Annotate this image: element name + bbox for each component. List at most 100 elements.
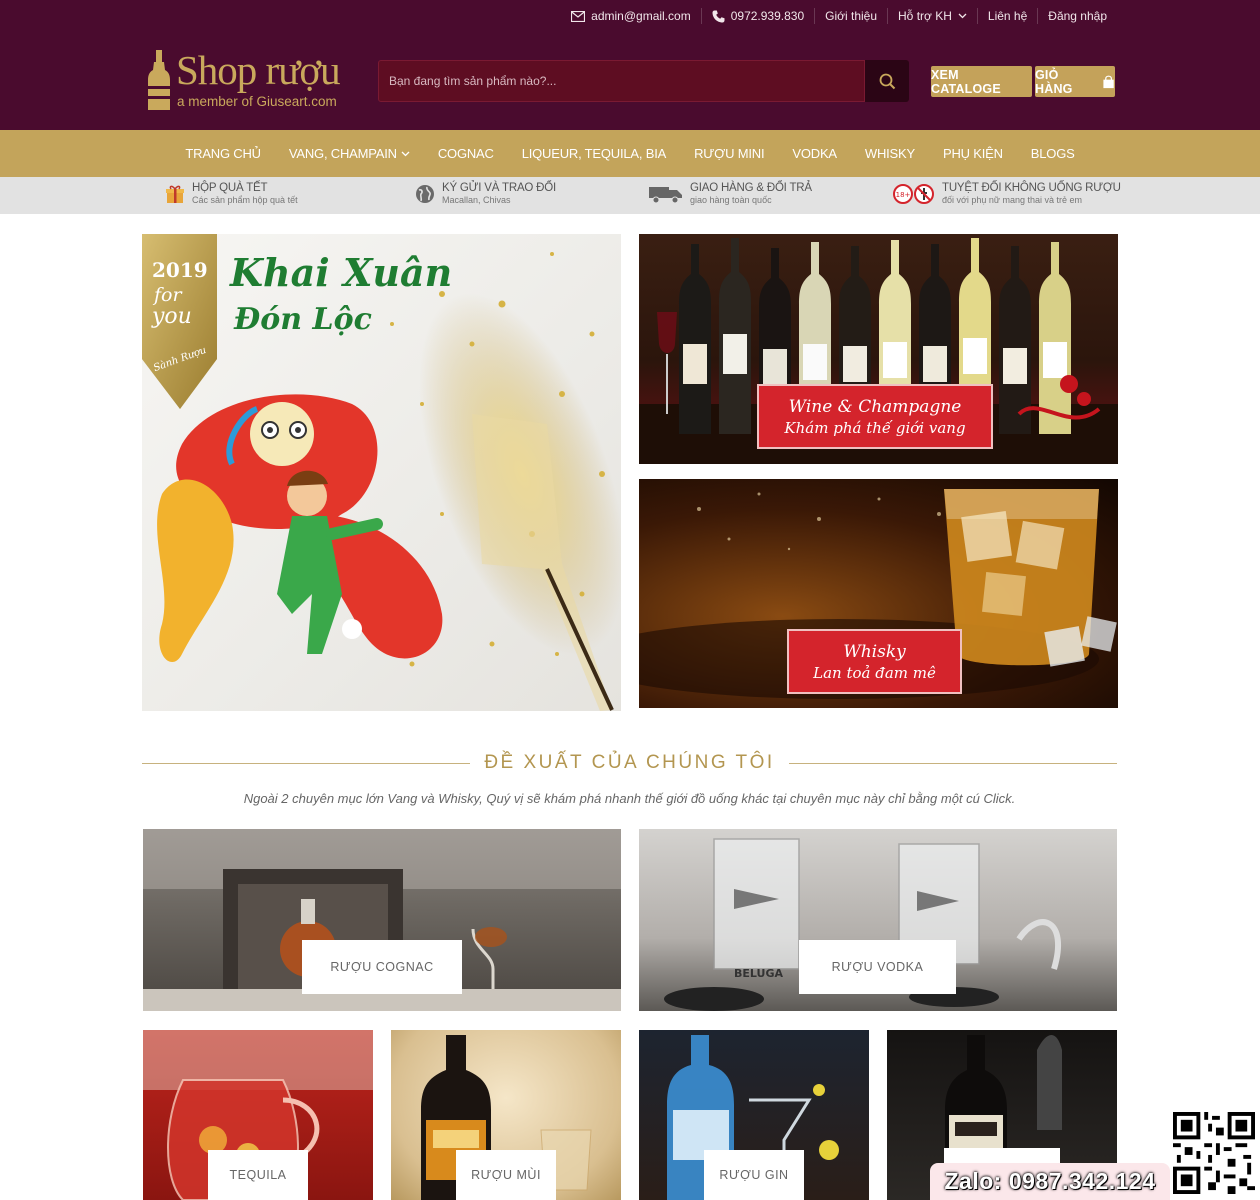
topbar-email: admin@gmail.com bbox=[591, 9, 691, 23]
feature-shipping[interactable]: GIAO HÀNG & ĐỔI TRẢ giao hàng toàn quốc bbox=[649, 182, 812, 205]
nav-item-mini[interactable]: RƯỢU MINI bbox=[680, 146, 778, 161]
topbar-contact-label: Liên hệ bbox=[987, 9, 1028, 23]
nav-item-label: TRANG CHỦ bbox=[185, 146, 261, 161]
nav-item-label: RƯỢU MINI bbox=[694, 146, 765, 161]
topbar-about-link[interactable]: Giới thiệu bbox=[814, 8, 887, 24]
category-label: RƯỢU GIN bbox=[704, 1150, 804, 1200]
topbar-login-link[interactable]: Đăng nhập bbox=[1037, 8, 1117, 24]
topbar-support-dropdown[interactable]: Hỗ trợ KH bbox=[887, 8, 977, 24]
section-title: ĐỀ XUẤT CỦA CHÚNG TÔI bbox=[484, 752, 775, 773]
logo-title: Shop rượu bbox=[176, 47, 341, 93]
topbar-email-link[interactable]: admin@gmail.com bbox=[561, 8, 701, 24]
whisky-banner-label: Whisky Lan toả đam mê bbox=[787, 629, 962, 694]
search-button[interactable] bbox=[865, 60, 909, 102]
search-bar bbox=[378, 60, 909, 102]
search-input[interactable] bbox=[378, 60, 865, 102]
banner-headline-1: Khai Xuân bbox=[230, 250, 453, 295]
logo-subtitle: a member of Giuseart.com bbox=[177, 94, 337, 109]
site-logo[interactable]: Shop rượu a member of Giuseart.com bbox=[146, 48, 356, 114]
nav-item-whisky[interactable]: WHISKY bbox=[851, 146, 929, 161]
chevron-down-icon bbox=[958, 13, 967, 19]
feature-subtitle: đối với phụ nữ mang thai và trẻ em bbox=[942, 195, 1082, 205]
banner-headline-2: Đón Lộc bbox=[234, 302, 372, 337]
truck-icon bbox=[649, 186, 682, 203]
zalo-contact-button[interactable]: Zalo: 0987.342.124 bbox=[930, 1163, 1170, 1200]
feature-title: HỘP QUÀ TẾT bbox=[192, 182, 268, 194]
wine-banner-label: Wine & Champagne Khám phá thế giới vang bbox=[757, 384, 993, 449]
banner-you: you bbox=[152, 304, 192, 329]
nav-item-home[interactable]: TRANG CHỦ bbox=[171, 146, 274, 161]
nav-item-vodka[interactable]: VODKA bbox=[778, 146, 851, 161]
feature-consignment[interactable]: KÝ GỬI VÀ TRAO ĐỔI Macallan, Chivas bbox=[415, 182, 556, 205]
zalo-phone: Zalo: 0987.342.124 bbox=[944, 1168, 1156, 1194]
wine-banner-subtitle: Khám phá thế giới vang bbox=[784, 418, 966, 437]
feature-title: GIAO HÀNG & ĐỔI TRẢ bbox=[690, 182, 812, 194]
whisky-banner-title: Whisky bbox=[843, 641, 906, 662]
search-icon bbox=[879, 73, 895, 89]
banner-whisky[interactable]: Whisky Lan toả đam mê bbox=[639, 479, 1118, 708]
nav-item-label: BLOGS bbox=[1030, 146, 1075, 161]
nav-item-accessories[interactable]: PHỤ KIỆN bbox=[929, 146, 1017, 161]
topbar-phone-link[interactable]: 0972.939.830 bbox=[700, 8, 814, 24]
nav-item-label: WHISKY bbox=[864, 146, 915, 161]
feature-title: KÝ GỬI VÀ TRAO ĐỔI bbox=[442, 182, 557, 194]
topbar-support-label: Hỗ trợ KH bbox=[898, 9, 952, 23]
topbar-phone: 0972.939.830 bbox=[730, 9, 805, 23]
category-label: RƯỢU VODKA bbox=[799, 940, 956, 994]
gift-icon bbox=[166, 185, 184, 203]
category-tile-cognac[interactable]: RƯỢU COGNAC bbox=[143, 829, 621, 1011]
cart-button[interactable]: GIỎ HÀNG bbox=[1035, 66, 1115, 97]
catalog-button[interactable]: XEM CATALOGE bbox=[931, 66, 1032, 97]
feature-gift-box[interactable]: HỘP QUÀ TẾT Các sản phẩm hộp quà tết bbox=[165, 182, 298, 205]
nav-item-liqueur[interactable]: LIQUEUR, TEQUILA, BIA bbox=[508, 146, 680, 161]
nav-item-label: VODKA bbox=[792, 146, 837, 161]
cart-button-label: GIỎ HÀNG bbox=[1035, 67, 1073, 96]
svg-text:BELUGA: BELUGA bbox=[734, 967, 783, 980]
nav-item-wine[interactable]: VANG, CHAMPAIN bbox=[275, 146, 424, 161]
banner-wine-champagne[interactable]: Wine & Champagne Khám phá thế giới vang bbox=[639, 234, 1118, 464]
svg-text:18+: 18+ bbox=[896, 191, 911, 199]
mail-icon bbox=[571, 10, 586, 22]
nav-item-blogs[interactable]: BLOGS bbox=[1017, 146, 1089, 161]
wine-banner-title: Wine & Champagne bbox=[788, 396, 962, 417]
topbar-login-label: Đăng nhập bbox=[1048, 9, 1107, 23]
age-restriction-icon: 18+ bbox=[893, 183, 934, 204]
topbar: admin@gmail.com 0972.939.830 Giới thiệu … bbox=[561, 8, 1117, 24]
main-nav: TRANG CHỦ VANG, CHAMPAIN COGNAC LIQUEUR,… bbox=[0, 130, 1260, 177]
feature-subtitle: Các sản phẩm hộp quà tết bbox=[192, 195, 298, 205]
globe-icon bbox=[416, 184, 434, 203]
wine-bottle-logo-icon bbox=[148, 50, 170, 110]
qr-code-icon bbox=[1173, 1112, 1255, 1194]
category-tile-vodka[interactable]: BELUGA RƯỢU VODKA bbox=[639, 829, 1117, 1011]
nav-item-label: COGNAC bbox=[437, 146, 494, 161]
nav-item-cognac[interactable]: COGNAC bbox=[424, 146, 508, 161]
category-label: TEQUILA bbox=[208, 1150, 308, 1200]
topbar-contact-link[interactable]: Liên hệ bbox=[976, 8, 1037, 24]
shopping-bag-icon bbox=[1103, 75, 1114, 88]
category-label: RƯỢU MÙI bbox=[456, 1150, 556, 1200]
category-tile-tequila[interactable]: TEQUILA bbox=[143, 1030, 373, 1200]
whisky-banner-subtitle: Lan toả đam mê bbox=[813, 663, 936, 682]
section-description: Ngoài 2 chuyên mục lớn Vang và Whisky, Q… bbox=[243, 791, 1016, 806]
phone-icon bbox=[712, 10, 725, 22]
category-tile-liqueur[interactable]: RƯỢU MÙI bbox=[391, 1030, 621, 1200]
qr-code[interactable] bbox=[1170, 1109, 1258, 1197]
catalog-button-label: XEM CATALOGE bbox=[931, 67, 1001, 96]
chevron-down-icon bbox=[401, 151, 410, 156]
nav-item-label: PHỤ KIỆN bbox=[942, 146, 1003, 161]
nav-item-label: VANG, CHAMPAIN bbox=[288, 146, 397, 161]
site-header: admin@gmail.com 0972.939.830 Giới thiệu … bbox=[0, 0, 1260, 130]
feature-subtitle: giao hàng toàn quốc bbox=[690, 195, 772, 205]
feature-title: TUYỆT ĐỐI KHÔNG UỐNG RƯỢU bbox=[942, 182, 1121, 194]
banner-year: 2019 bbox=[152, 258, 208, 282]
topbar-about-label: Giới thiệu bbox=[825, 9, 878, 23]
divider bbox=[142, 762, 471, 764]
banner-for: for bbox=[154, 284, 182, 306]
category-label: RƯỢU COGNAC bbox=[302, 940, 462, 994]
divider bbox=[788, 762, 1118, 764]
category-tile-gin[interactable]: RƯỢU GIN bbox=[639, 1030, 869, 1200]
banner-new-year[interactable]: 2019 for you Sành Rượu Khai Xuân Đón Lộc bbox=[142, 234, 621, 711]
feature-subtitle: Macallan, Chivas bbox=[442, 195, 511, 205]
new-year-illustration bbox=[142, 234, 621, 711]
feature-no-alcohol[interactable]: 18+ TUYỆT ĐỐI KHÔNG UỐNG RƯỢU đối với ph… bbox=[893, 182, 1121, 205]
